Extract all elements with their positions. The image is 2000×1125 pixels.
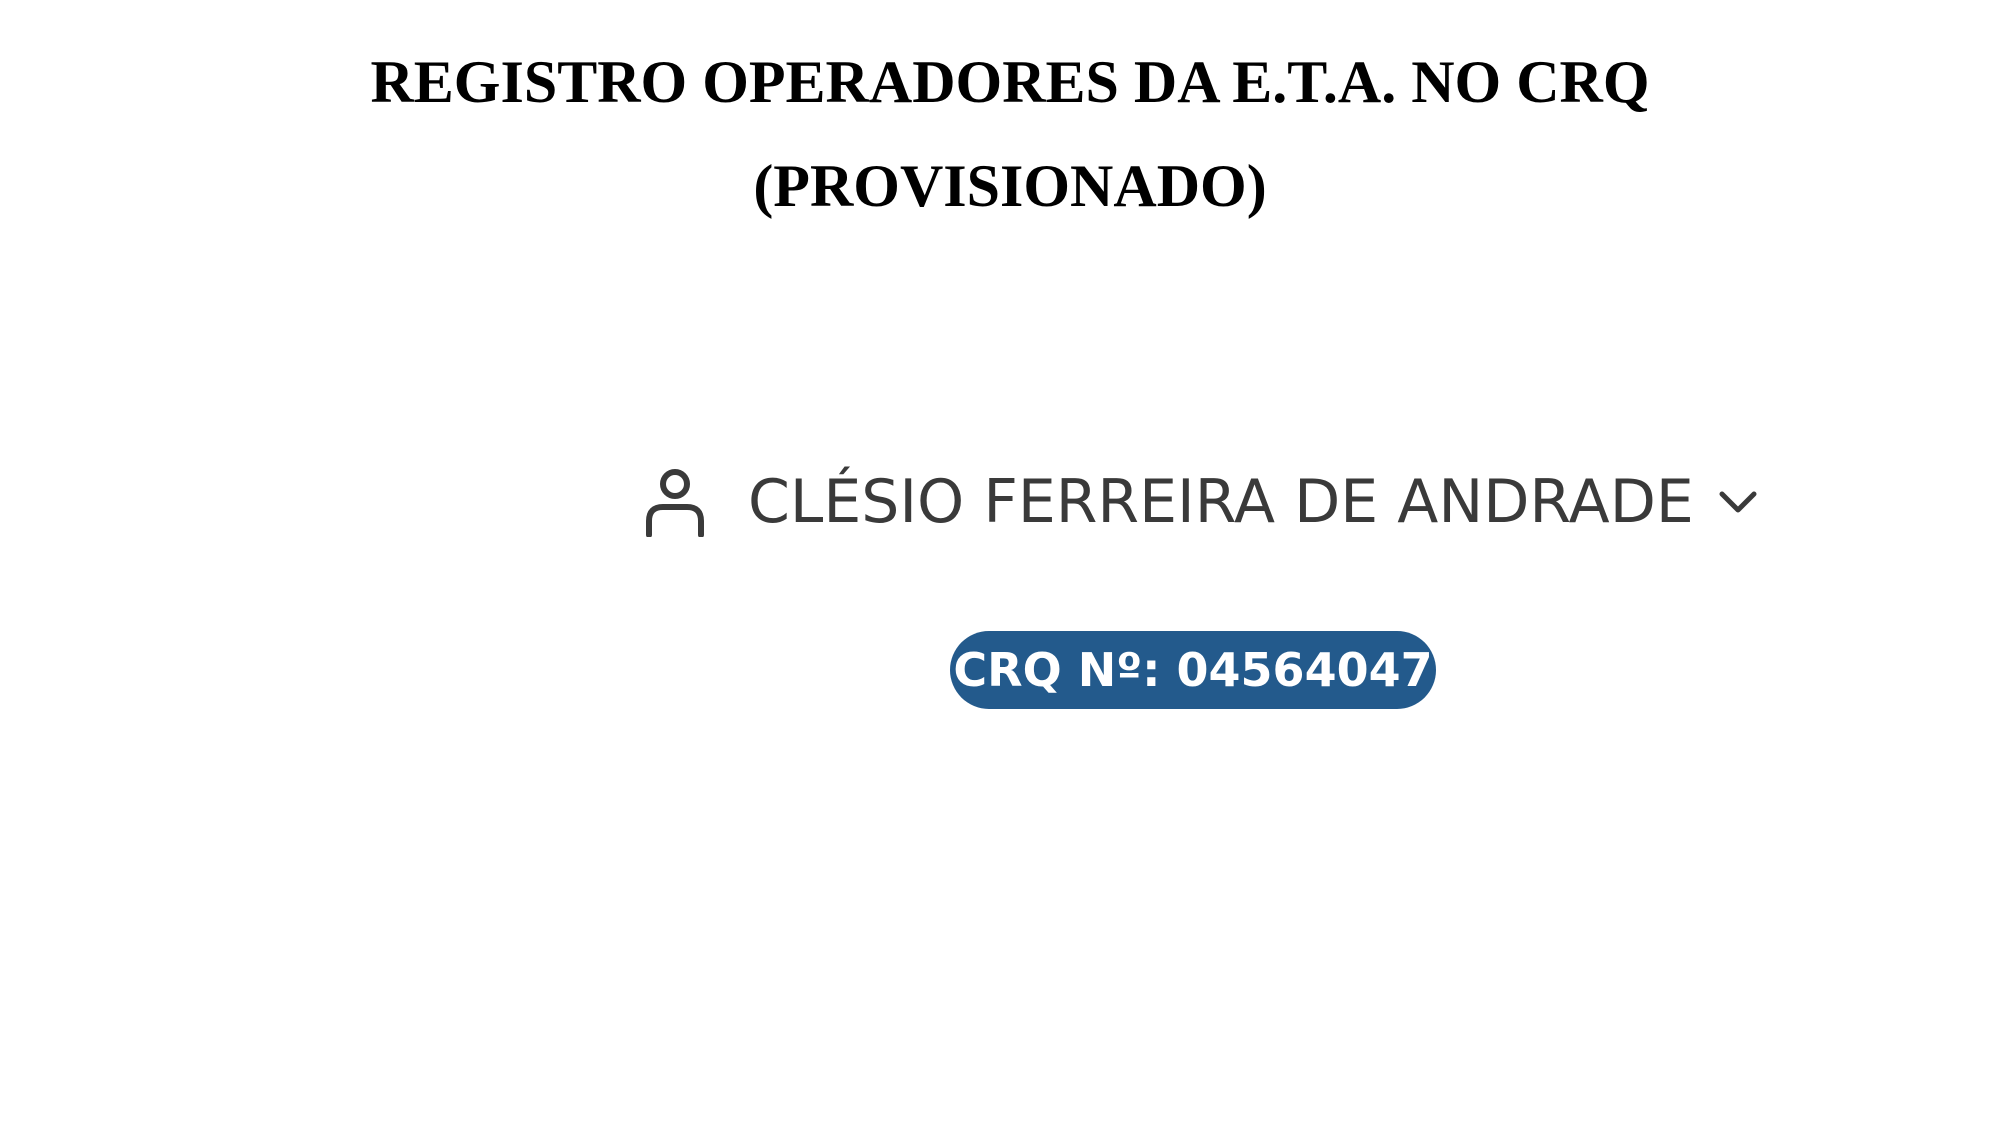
page-title: REGISTRO OPERADORES DA E.T.A. NO CRQ bbox=[370, 49, 1650, 115]
chevron-down-icon[interactable] bbox=[1716, 482, 1760, 522]
user-name: CLÉSIO FERREIRA DE ANDRADE bbox=[748, 467, 1694, 537]
page-subtitle: (PROVISIONADO) bbox=[753, 153, 1267, 219]
user-menu[interactable]: CLÉSIO FERREIRA DE ANDRADE bbox=[640, 452, 1760, 552]
crq-number-badge: CRQ Nº: 04564047 bbox=[950, 631, 1436, 709]
document-page: REGISTRO OPERADORES DA E.T.A. NO CRQ (PR… bbox=[0, 0, 2000, 1125]
user-icon bbox=[640, 462, 710, 542]
